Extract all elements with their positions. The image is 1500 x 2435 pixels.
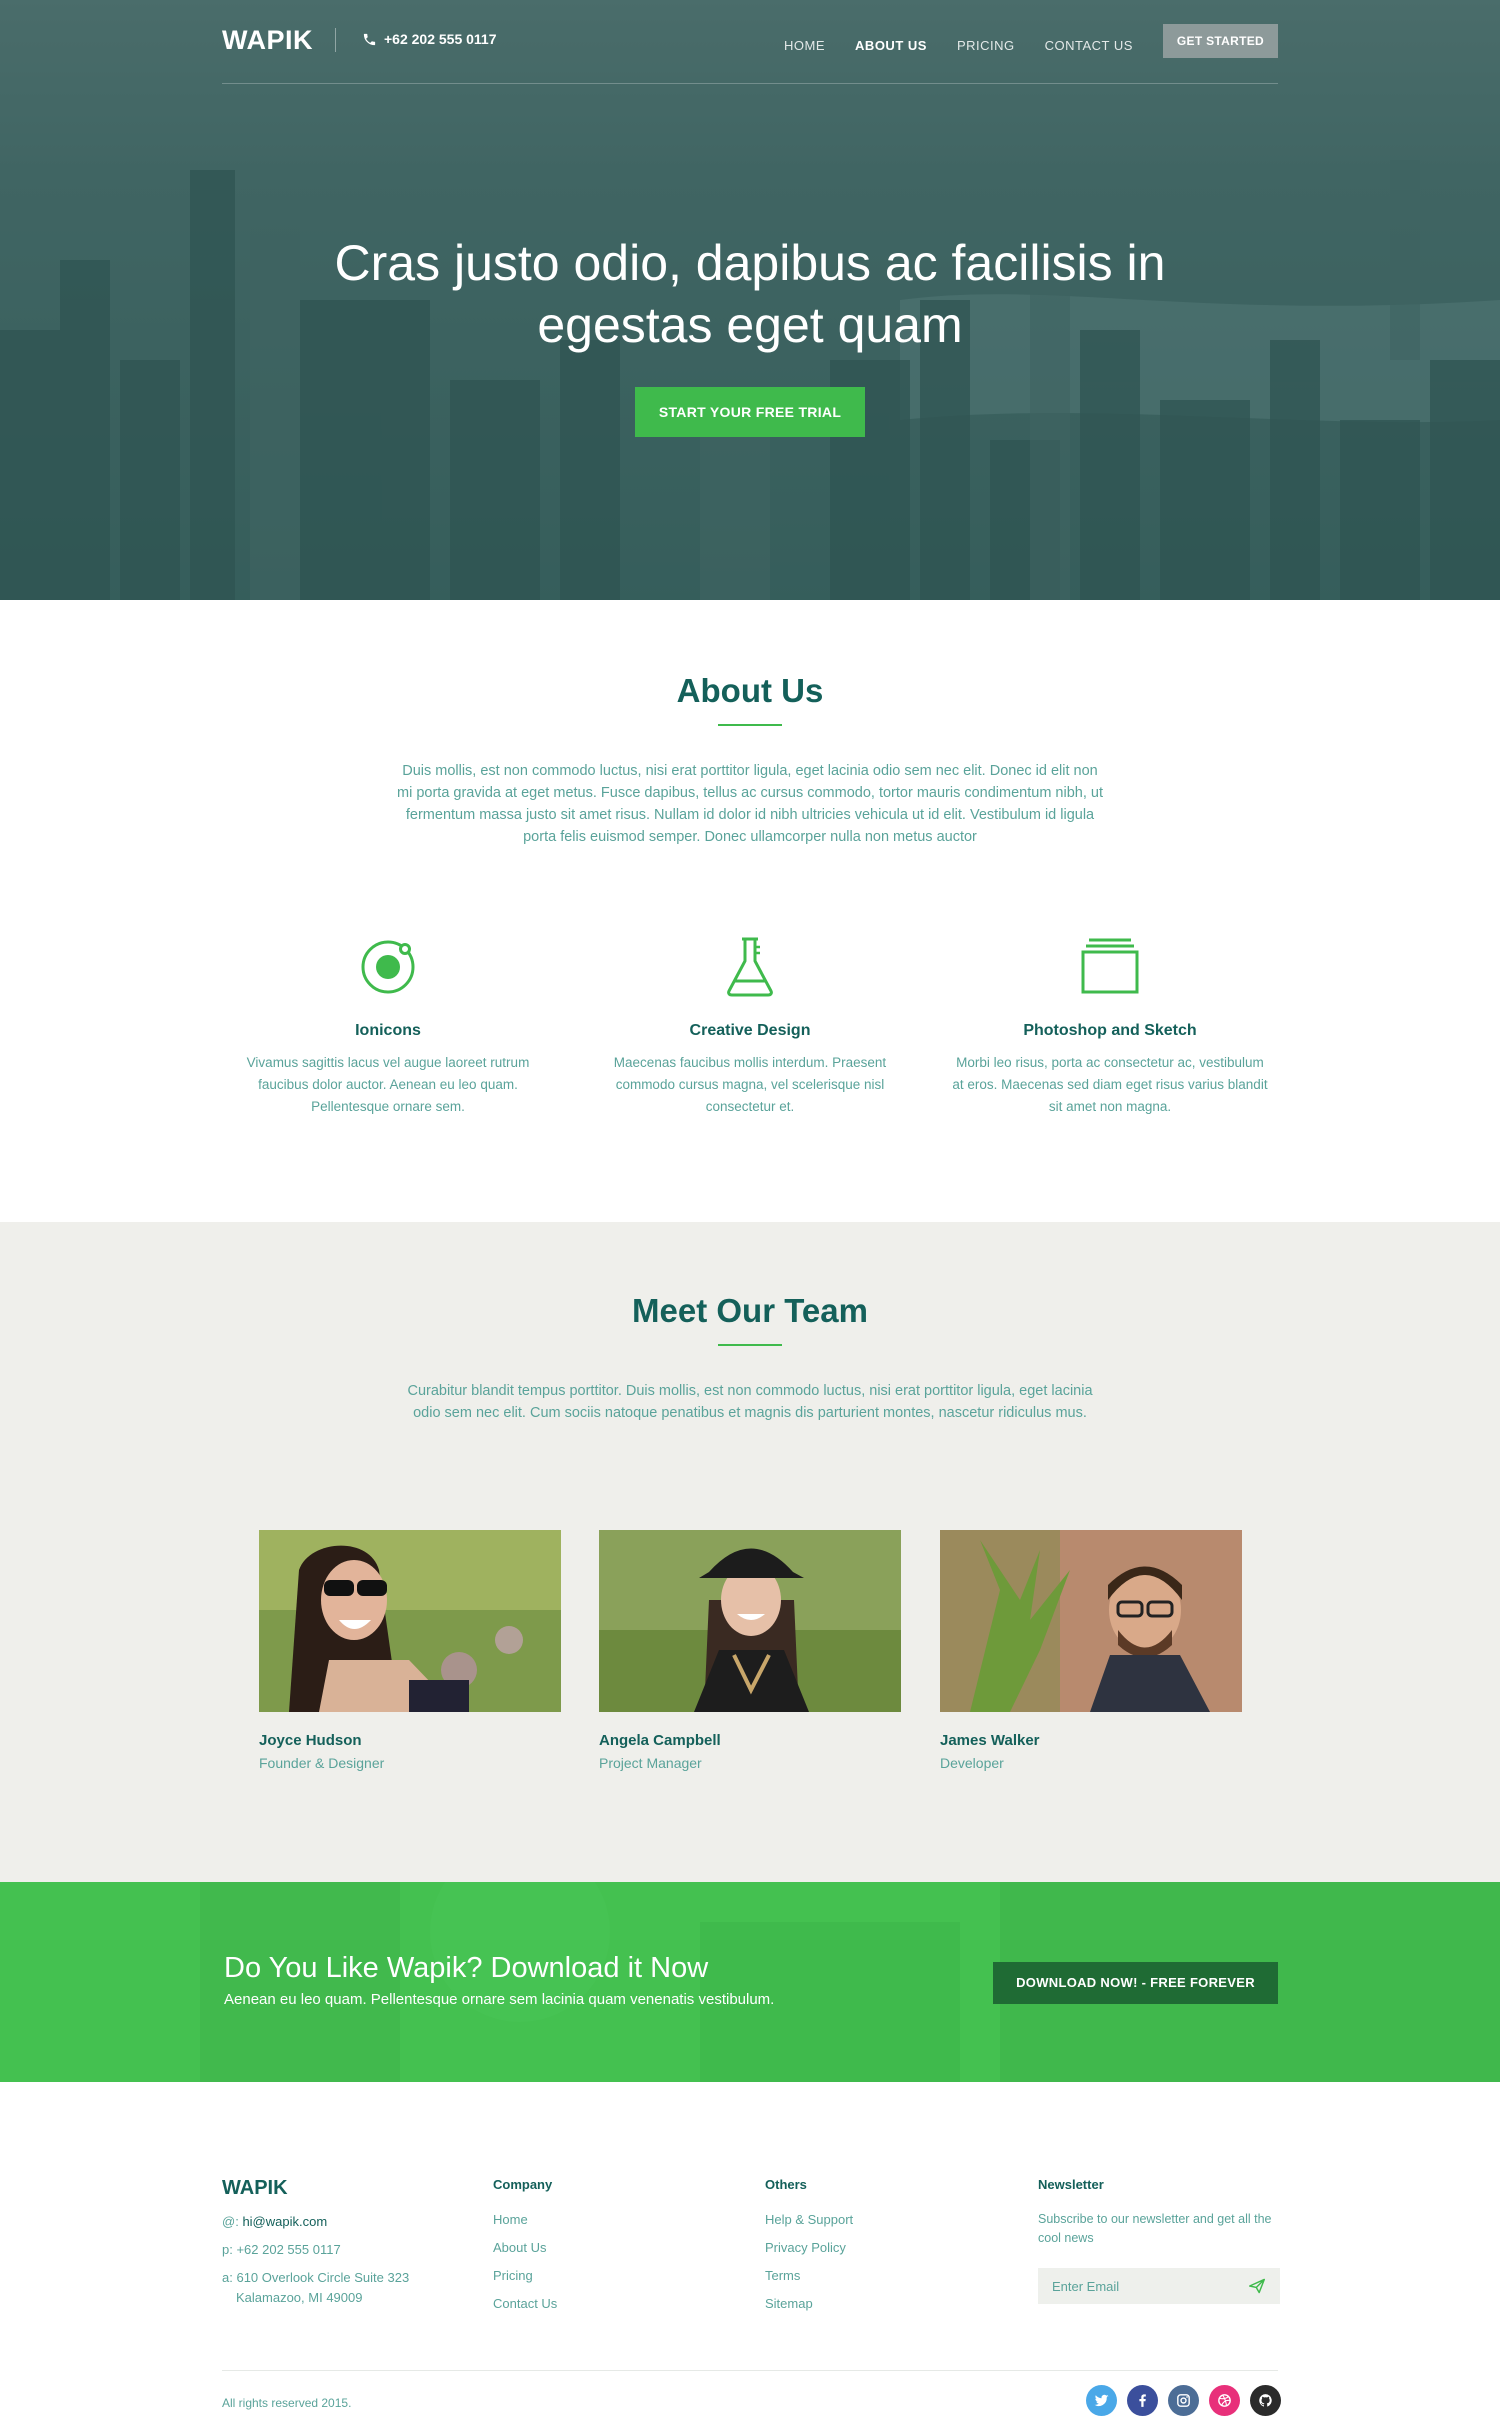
address-label: a: bbox=[222, 2270, 233, 2285]
about-title-underline bbox=[718, 724, 782, 726]
feature-photoshop-sketch: Photoshop and Sketch Morbi leo risus, po… bbox=[950, 935, 1270, 1118]
github-icon[interactable] bbox=[1250, 2385, 1281, 2416]
download-button[interactable]: DOWNLOAD NOW! - FREE FOREVER bbox=[993, 1962, 1278, 2004]
flask-icon bbox=[727, 937, 773, 997]
top-navigation: WAPIK +62 202 555 0117 HOME ABOUT US PRI… bbox=[222, 0, 1278, 84]
phone-label: p: bbox=[222, 2242, 233, 2257]
hero-section: WAPIK +62 202 555 0117 HOME ABOUT US PRI… bbox=[0, 0, 1500, 600]
footer-link-sitemap[interactable]: Sitemap bbox=[765, 2290, 853, 2318]
footer-link-about[interactable]: About Us bbox=[493, 2234, 557, 2262]
footer-address: a: 610 Overlook Circle Suite 323 Kalamaz… bbox=[222, 2268, 409, 2308]
team-member: James Walker Developer bbox=[940, 1530, 1242, 1771]
nav-pricing[interactable]: PRICING bbox=[957, 38, 1015, 53]
phone-icon bbox=[363, 33, 376, 45]
instagram-icon[interactable] bbox=[1168, 2385, 1199, 2416]
member-photo bbox=[599, 1530, 901, 1712]
facebook-icon[interactable] bbox=[1127, 2385, 1158, 2416]
member-role: Project Manager bbox=[599, 1755, 702, 1771]
footer-phone-value: +62 202 555 0117 bbox=[236, 2242, 341, 2257]
phone-text: +62 202 555 0117 bbox=[384, 31, 497, 47]
cta-subtitle: Aenean eu leo quam. Pellentesque ornare … bbox=[224, 1991, 775, 2008]
footer-divider bbox=[222, 2370, 1278, 2371]
address-line2: Kalamazoo, MI 49009 bbox=[236, 2290, 363, 2305]
footer-email: @: hi@wapik.com bbox=[222, 2208, 409, 2236]
logo[interactable]: WAPIK bbox=[222, 25, 313, 56]
nav-home[interactable]: HOME bbox=[784, 38, 825, 53]
team-member: Angela Campbell Project Manager bbox=[599, 1530, 901, 1771]
member-role: Developer bbox=[940, 1755, 1004, 1771]
newsletter-heading: Newsletter bbox=[1038, 2177, 1104, 2192]
footer-contact: WAPIK @: hi@wapik.com p: +62 202 555 011… bbox=[222, 2177, 409, 2308]
member-photo bbox=[940, 1530, 1242, 1712]
ionic-circle-icon bbox=[361, 940, 415, 994]
about-title: About Us bbox=[676, 672, 824, 709]
main-menu: HOME ABOUT US PRICING CONTACT US GET STA… bbox=[784, 24, 1278, 58]
feature-text: Maecenas faucibus mollis interdum. Praes… bbox=[613, 1055, 887, 1114]
others-heading: Others bbox=[765, 2177, 807, 2192]
feature-title: Creative Design bbox=[689, 1022, 811, 1039]
hero-title: Cras justo odio, dapibus ac facilisis in… bbox=[0, 232, 1500, 356]
member-name: Angela Campbell bbox=[599, 1732, 721, 1749]
company-heading: Company bbox=[493, 2177, 553, 2192]
footer-link-pricing[interactable]: Pricing bbox=[493, 2262, 557, 2290]
feature-title: Ionicons bbox=[355, 1022, 421, 1039]
member-photo bbox=[259, 1530, 561, 1712]
team-title-underline bbox=[718, 1344, 782, 1346]
footer-link-contact[interactable]: Contact Us bbox=[493, 2290, 557, 2318]
hero-title-line1: Cras justo odio, dapibus ac facilisis in bbox=[334, 235, 1166, 291]
member-name: Joyce Hudson bbox=[259, 1732, 362, 1749]
send-icon[interactable] bbox=[1248, 2278, 1266, 2294]
footer-others: Others Help & Support Privacy Policy Ter… bbox=[765, 2177, 853, 2318]
footer-logo[interactable]: WAPIK bbox=[222, 2177, 409, 2200]
dribbble-icon[interactable] bbox=[1209, 2385, 1240, 2416]
newsletter-email-input[interactable] bbox=[1038, 2268, 1238, 2304]
cta-title: Do You Like Wapik? Download it Now bbox=[224, 1952, 709, 1984]
team-title: Meet Our Team bbox=[632, 1292, 868, 1329]
email-label: @: bbox=[222, 2214, 239, 2229]
newsletter-form bbox=[1038, 2268, 1280, 2304]
footer-phone: p: +62 202 555 0117 bbox=[222, 2236, 409, 2264]
feature-text: Morbi leo risus, porta ac consectetur ac… bbox=[952, 1055, 1268, 1114]
feature-ionicons: Ionicons Vivamus sagittis lacus vel augu… bbox=[228, 935, 548, 1118]
social-links bbox=[1086, 2385, 1281, 2416]
footer-link-terms[interactable]: Terms bbox=[765, 2262, 853, 2290]
footer-company: Company Home About Us Pricing Contact Us bbox=[493, 2177, 557, 2318]
footer-link-home[interactable]: Home bbox=[493, 2206, 557, 2234]
member-role: Founder & Designer bbox=[259, 1755, 385, 1771]
feature-creative-design: Creative Design Maecenas faucibus mollis… bbox=[590, 935, 910, 1118]
layers-icon bbox=[1081, 938, 1139, 994]
footer-newsletter: Newsletter Subscribe to our newsletter a… bbox=[1038, 2177, 1280, 2304]
feature-text: Vivamus sagittis lacus vel augue laoreet… bbox=[246, 1055, 530, 1114]
team-text: Curabitur blandit tempus porttitor. Duis… bbox=[407, 1383, 1093, 1421]
about-text: Duis mollis, est non commodo luctus, nis… bbox=[397, 763, 1103, 845]
nav-contact-us[interactable]: CONTACT US bbox=[1045, 38, 1133, 53]
email-link[interactable]: hi@wapik.com bbox=[242, 2214, 327, 2229]
newsletter-text: Subscribe to our newsletter and get all … bbox=[1038, 2212, 1272, 2245]
copyright: All rights reserved 2015. bbox=[222, 2396, 352, 2410]
phone-number: +62 202 555 0117 bbox=[362, 31, 497, 47]
get-started-button[interactable]: GET STARTED bbox=[1162, 24, 1278, 58]
footer-link-privacy[interactable]: Privacy Policy bbox=[765, 2234, 853, 2262]
hero-title-line2: egestas eget quam bbox=[537, 297, 963, 353]
member-name: James Walker bbox=[940, 1732, 1040, 1749]
footer-link-help[interactable]: Help & Support bbox=[765, 2206, 853, 2234]
nav-about-us[interactable]: ABOUT US bbox=[855, 38, 927, 53]
download-cta-section: Do You Like Wapik? Download it Now Aenea… bbox=[0, 1882, 1500, 2082]
feature-title: Photoshop and Sketch bbox=[1023, 1022, 1197, 1039]
address-line1: 610 Overlook Circle Suite 323 bbox=[236, 2270, 410, 2285]
twitter-icon[interactable] bbox=[1086, 2385, 1117, 2416]
free-trial-button[interactable]: START YOUR FREE TRIAL bbox=[635, 387, 865, 437]
team-member: Joyce Hudson Founder & Designer bbox=[259, 1530, 561, 1771]
nav-divider bbox=[335, 28, 336, 52]
